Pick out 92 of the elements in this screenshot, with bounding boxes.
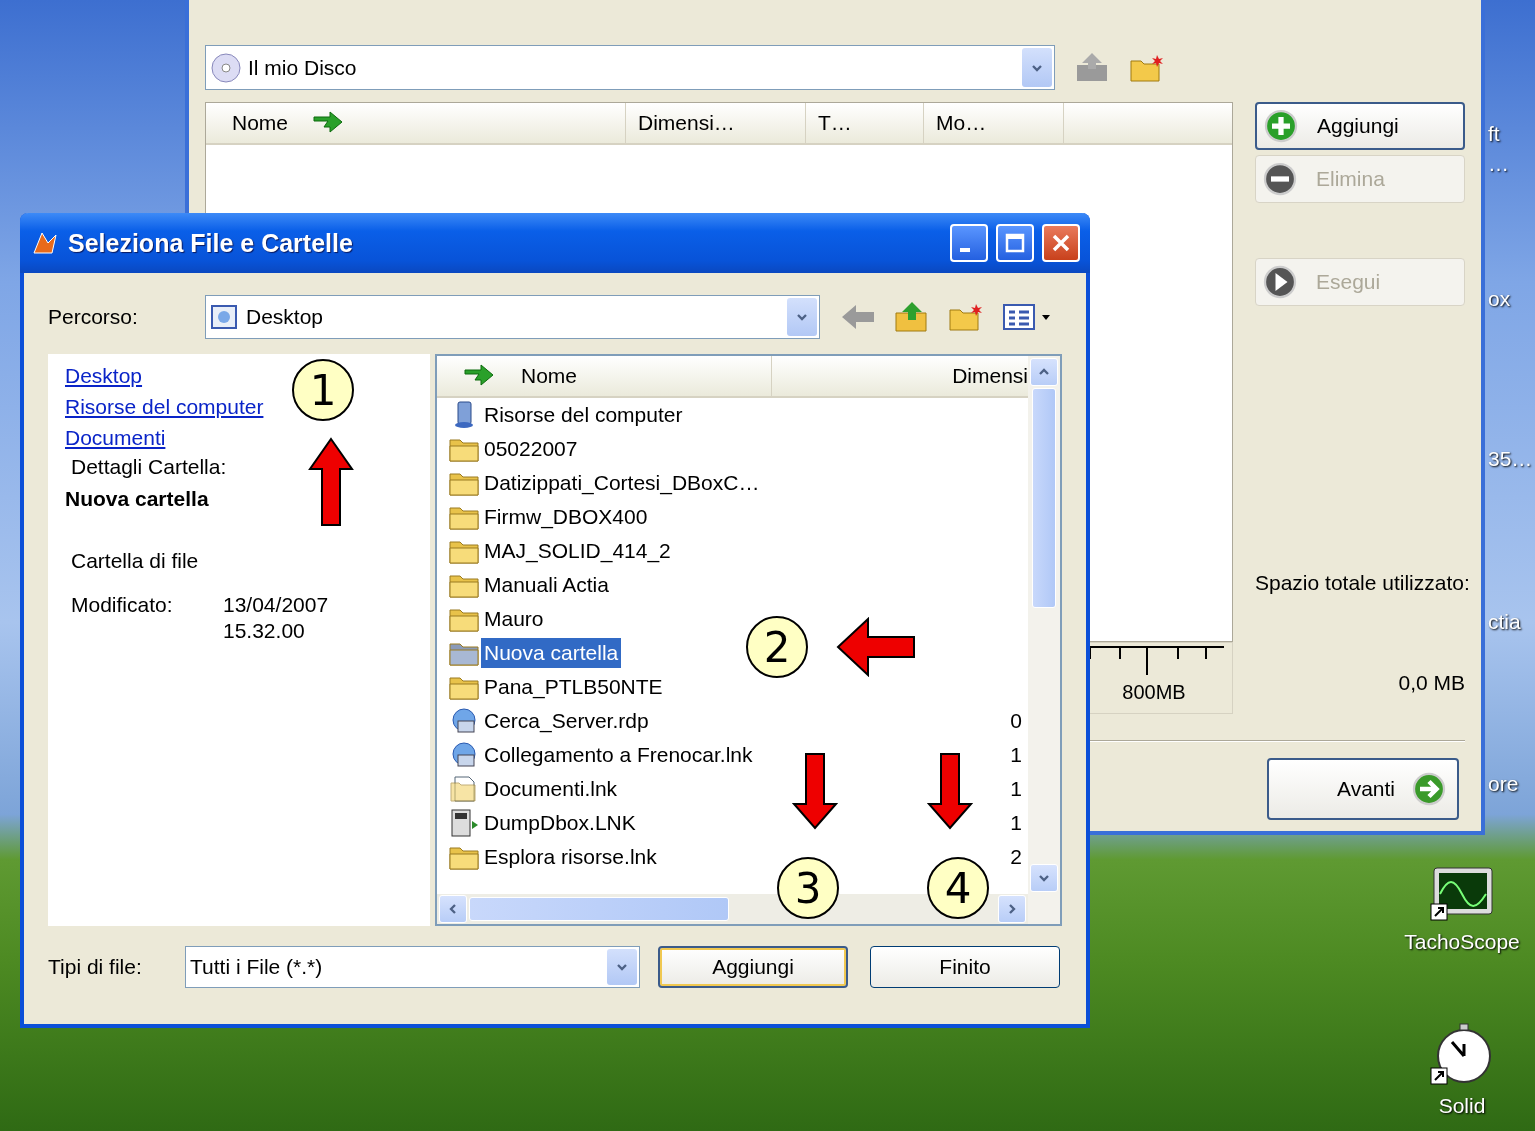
- finish-button[interactable]: Finito: [870, 946, 1060, 988]
- file-name[interactable]: Risorse del computer: [481, 400, 686, 430]
- modified-time: 15.32.00: [223, 619, 306, 643]
- file-size: 1: [1009, 743, 1023, 767]
- folder-icon: [449, 572, 479, 598]
- file-name[interactable]: Mauro: [481, 604, 547, 634]
- column-header[interactable]: Dimensi: [772, 356, 1028, 396]
- file-name[interactable]: Pana_PTLB50NTE: [481, 672, 666, 702]
- down-arrow-icon: [792, 752, 838, 830]
- next-button[interactable]: Avanti: [1267, 758, 1459, 820]
- left-arrow-icon: [836, 617, 916, 677]
- back-arrow-icon[interactable]: [840, 302, 876, 332]
- file-name[interactable]: Esplora risorse.lnk: [481, 842, 660, 872]
- new-folder-icon[interactable]: [948, 302, 984, 332]
- path-dropdown[interactable]: Desktop: [205, 295, 820, 339]
- document-icon: [449, 775, 479, 803]
- folder-icon: [449, 844, 479, 870]
- file-size: 1: [1009, 777, 1023, 801]
- folder-icon: [449, 674, 479, 700]
- desktop-icon-label[interactable]: TachoScope: [1404, 930, 1520, 954]
- scrollbar-thumb[interactable]: [1032, 388, 1056, 608]
- desktop-icon-label: 35…: [1488, 447, 1533, 471]
- column-header[interactable]: Dimensi…: [626, 103, 806, 143]
- file-name[interactable]: MAJ_SOLID_414_2: [481, 536, 674, 566]
- network-computer-icon: [449, 707, 479, 735]
- next-icon: [1411, 771, 1447, 807]
- up-arrow-icon: [308, 437, 354, 527]
- disc-icon: [210, 51, 242, 84]
- remove-icon: [1262, 161, 1298, 197]
- file-size: 0: [1009, 709, 1023, 733]
- file-name[interactable]: Nuova cartella: [481, 638, 622, 668]
- minimize-button[interactable]: [950, 224, 988, 262]
- file-name[interactable]: Cerca_Server.rdp: [481, 706, 652, 736]
- column-header[interactable]: Mo…: [924, 103, 1064, 143]
- file-size: 1: [1009, 811, 1023, 835]
- minimize-icon: [960, 248, 970, 252]
- scrollbar-thumb[interactable]: [469, 897, 729, 921]
- path-label: Percorso:: [48, 305, 139, 329]
- file-name[interactable]: 05022007: [481, 434, 581, 464]
- file-type-label: Tipi di file:: [48, 955, 143, 979]
- folder-icon: [449, 606, 479, 632]
- vertical-scrollbar[interactable]: [1028, 356, 1060, 924]
- maximize-icon: [1005, 233, 1025, 253]
- place-link[interactable]: Documenti: [65, 422, 166, 453]
- desktop-icon-label: ctia: [1488, 610, 1521, 634]
- add-button[interactable]: Aggiungi: [658, 946, 848, 988]
- stopwatch-icon: [1430, 1022, 1494, 1086]
- oscilloscope-icon: [1430, 866, 1494, 922]
- file-name[interactable]: Documenti.lnk: [481, 774, 621, 804]
- file-size: 2: [1009, 845, 1023, 869]
- folder-icon: [449, 640, 479, 666]
- folder-type: Cartella di file: [71, 549, 200, 573]
- down-arrow-icon: [927, 752, 973, 830]
- close-button[interactable]: [1042, 224, 1080, 262]
- desktop-icon-label: ft: [1488, 122, 1500, 146]
- folder-icon: [449, 538, 479, 564]
- folder-icon: [449, 470, 479, 496]
- desktop-icon-label: …: [1488, 152, 1509, 176]
- folder-icon: [449, 504, 479, 530]
- add-button[interactable]: Aggiungi: [1255, 102, 1465, 150]
- desktop-icon-label: ox: [1488, 287, 1511, 311]
- up-folder-icon[interactable]: [1075, 52, 1109, 83]
- column-header[interactable]: Nome: [437, 356, 772, 396]
- location-dropdown[interactable]: Il mio Disco: [205, 45, 1055, 90]
- file-name[interactable]: Datizippati_Cortesi_DBoxC…: [481, 468, 763, 498]
- add-icon: [1263, 108, 1299, 144]
- program-icon: [449, 809, 479, 837]
- desktop-icon-label[interactable]: Solid: [1438, 1094, 1486, 1118]
- window-title: Seleziona File e Cartelle: [68, 228, 354, 258]
- file-name[interactable]: Manuali Actia: [481, 570, 612, 600]
- modified-date: 13/04/2007: [223, 593, 330, 617]
- folder-icon: [449, 436, 479, 462]
- close-icon: [1051, 233, 1071, 253]
- file-name[interactable]: Collegamento a Frenocar.lnk: [481, 740, 756, 770]
- column-header[interactable]: Nome: [206, 103, 626, 143]
- total-space-value: 0,0 MB: [1398, 671, 1465, 695]
- place-link[interactable]: Risorse del computer: [65, 391, 264, 422]
- desktop-icon: [210, 302, 240, 332]
- run-icon: [1262, 264, 1298, 300]
- file-name[interactable]: DumpDbox.LNK: [481, 808, 639, 838]
- ruler-label: 800MB: [1122, 681, 1186, 704]
- modified-label: Modificato:: [71, 593, 174, 617]
- network-computer-icon: [449, 741, 479, 769]
- details-heading: Dettagli Cartella:: [71, 455, 228, 479]
- folder-name: Nuova cartella: [65, 487, 210, 511]
- file-name[interactable]: Firmw_DBOX400: [481, 502, 651, 532]
- desktop-icon-label: ore: [1488, 772, 1519, 796]
- up-folder-icon[interactable]: [894, 301, 930, 333]
- column-header[interactable]: T…: [806, 103, 924, 143]
- file-type-dropdown[interactable]: Tutti i File (*.*): [185, 946, 640, 988]
- maximize-button[interactable]: [996, 224, 1034, 262]
- place-link[interactable]: Desktop: [65, 360, 143, 391]
